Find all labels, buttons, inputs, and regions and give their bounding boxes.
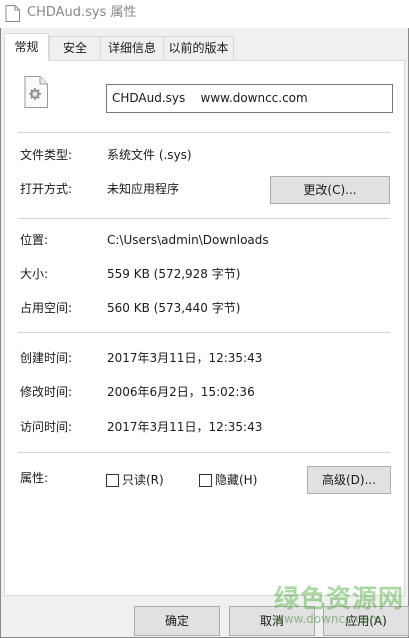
- tab-security[interactable]: 安全: [49, 36, 101, 60]
- title-bar: CHDAud.sys 属性: [0, 0, 409, 28]
- file-type-label: 文件类型:: [20, 148, 73, 162]
- tab-details[interactable]: 详细信息: [100, 36, 164, 60]
- separator: [18, 452, 390, 453]
- separator: [18, 132, 390, 133]
- window-title: CHDAud.sys 属性: [27, 5, 137, 20]
- size-on-disk-label: 占用空间:: [20, 301, 73, 315]
- size-on-disk-value: 560 KB (573,440 字节): [107, 301, 241, 315]
- readonly-checkbox-label[interactable]: 只读(R): [122, 472, 164, 488]
- location-value: C:\Users\admin\Downloads: [107, 233, 269, 247]
- modified-label: 修改时间:: [20, 385, 73, 399]
- accessed-label: 访问时间:: [20, 420, 73, 434]
- file-icon: [5, 5, 20, 22]
- gear-file-icon: [24, 76, 48, 108]
- tab-general[interactable]: 常规: [4, 33, 49, 61]
- apply-button[interactable]: 应用(A): [323, 606, 409, 636]
- location-label: 位置:: [20, 233, 49, 247]
- ok-button[interactable]: 确定: [134, 606, 220, 636]
- opens-with-label: 打开方式:: [20, 182, 73, 196]
- accessed-value: 2017年3月11日，12:35:43: [107, 420, 263, 434]
- change-button[interactable]: 更改(C)...: [270, 176, 390, 204]
- hidden-checkbox-label[interactable]: 隐藏(H): [215, 472, 257, 488]
- cancel-button[interactable]: 取消: [229, 606, 315, 636]
- created-label: 创建时间:: [20, 351, 73, 365]
- size-label: 大小:: [20, 267, 49, 281]
- separator: [18, 332, 390, 333]
- advanced-button[interactable]: 高级(D)...: [307, 466, 391, 494]
- created-value: 2017年3月11日，12:35:43: [107, 351, 263, 365]
- opens-with-value: 未知应用程序: [107, 182, 180, 196]
- separator: [18, 218, 390, 219]
- modified-value: 2006年6月2日，15:02:36: [107, 385, 255, 399]
- general-tab-panel: [4, 60, 405, 596]
- file-type-value: 系统文件 (.sys): [107, 148, 192, 162]
- file-name-field[interactable]: CHDAud.sys www.downcc.com: [106, 84, 393, 113]
- attributes-label: 属性:: [20, 471, 49, 485]
- tab-previous-versions[interactable]: 以前的版本: [163, 36, 234, 60]
- size-value: 559 KB (572,928 字节): [107, 267, 241, 281]
- hidden-checkbox[interactable]: [199, 474, 212, 487]
- readonly-checkbox[interactable]: [106, 474, 119, 487]
